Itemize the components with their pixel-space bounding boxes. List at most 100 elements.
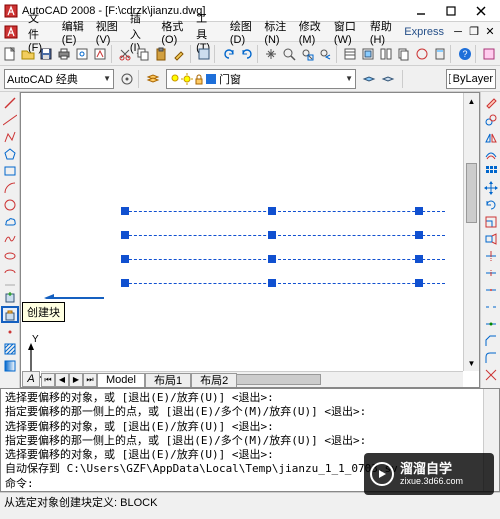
new-icon[interactable]	[2, 45, 19, 63]
zoom-prev-icon[interactable]	[317, 45, 334, 63]
rectangle-icon[interactable]	[1, 162, 19, 179]
menu-help[interactable]: 帮助(H)	[364, 16, 398, 48]
minimize-button[interactable]	[406, 1, 436, 21]
print-icon[interactable]	[56, 45, 73, 63]
fillet-icon[interactable]	[482, 349, 500, 366]
grip[interactable]	[415, 231, 423, 239]
cut-icon[interactable]	[117, 45, 134, 63]
mirror-icon[interactable]	[482, 128, 500, 145]
break-icon[interactable]	[482, 298, 500, 315]
open-icon[interactable]	[20, 45, 37, 63]
workspace-settings-icon[interactable]	[118, 70, 136, 88]
menu-format[interactable]: 格式(O)	[155, 16, 190, 48]
scale-icon[interactable]	[482, 213, 500, 230]
designcenter-icon[interactable]	[360, 45, 377, 63]
scroll-thumb[interactable]	[466, 163, 477, 223]
layer-prev-icon[interactable]	[379, 70, 397, 88]
spline-icon[interactable]	[1, 230, 19, 247]
match-prop-icon[interactable]	[171, 45, 188, 63]
construction-line-icon[interactable]	[1, 111, 19, 128]
paste-icon[interactable]	[153, 45, 170, 63]
menu-dimension[interactable]: 标注(N)	[258, 16, 292, 48]
grip[interactable]	[268, 255, 276, 263]
selected-line[interactable]	[124, 211, 445, 212]
undo-icon[interactable]	[220, 45, 237, 63]
menu-express[interactable]: Express	[398, 24, 450, 40]
express-toolbar-icon[interactable]	[481, 45, 498, 63]
revision-cloud-icon[interactable]	[1, 213, 19, 230]
scroll-down-icon[interactable]: ▼	[464, 355, 479, 371]
polygon-icon[interactable]	[1, 145, 19, 162]
doc-close-button[interactable]: ✕	[482, 24, 498, 40]
selected-line[interactable]	[124, 235, 445, 236]
help-icon[interactable]: ?	[456, 45, 473, 63]
polyline-icon[interactable]	[1, 128, 19, 145]
tab-last-icon[interactable]: ⏭	[83, 373, 97, 387]
move-icon[interactable]	[482, 179, 500, 196]
grip[interactable]	[121, 231, 129, 239]
maximize-button[interactable]	[436, 1, 466, 21]
tab-model[interactable]: Model	[97, 373, 145, 387]
doc-minimize-button[interactable]: ─	[450, 24, 466, 40]
publish-icon[interactable]	[92, 45, 109, 63]
vertical-scrollbar[interactable]: ▲ ▼	[463, 93, 479, 371]
tab-next-icon[interactable]: ▶	[69, 373, 83, 387]
toolpalette-icon[interactable]	[377, 45, 394, 63]
arc-icon[interactable]	[1, 179, 19, 196]
grip[interactable]	[415, 207, 423, 215]
layer-tools-icon[interactable]	[360, 70, 378, 88]
stretch-icon[interactable]	[482, 230, 500, 247]
doc-restore-button[interactable]: ❐	[466, 24, 482, 40]
copy-icon[interactable]	[135, 45, 152, 63]
plot-preview-icon[interactable]	[74, 45, 91, 63]
grip[interactable]	[121, 255, 129, 263]
erase-icon[interactable]	[482, 94, 500, 111]
grip[interactable]	[121, 279, 129, 287]
grip[interactable]	[415, 255, 423, 263]
layer-prop-icon[interactable]	[144, 70, 162, 88]
copy-obj-icon[interactable]	[482, 111, 500, 128]
line-icon[interactable]	[1, 94, 19, 111]
grip[interactable]	[268, 231, 276, 239]
color-combo[interactable]: ByLayer	[446, 69, 496, 89]
sheetset-icon[interactable]	[395, 45, 412, 63]
rotate-icon[interactable]	[482, 196, 500, 213]
break-at-point-icon[interactable]	[482, 281, 500, 298]
menu-window[interactable]: 窗口(W)	[328, 16, 364, 48]
calculator-icon[interactable]	[431, 45, 448, 63]
insert-block-icon[interactable]	[1, 289, 19, 306]
offset-icon[interactable]	[482, 145, 500, 162]
hatch-icon[interactable]	[1, 340, 19, 357]
grip[interactable]	[121, 207, 129, 215]
gradient-icon[interactable]	[1, 357, 19, 374]
tab-layout1[interactable]: 布局1	[145, 373, 191, 387]
menu-edit[interactable]: 编辑(E)	[56, 16, 90, 48]
trim-icon[interactable]	[482, 247, 500, 264]
pan-icon[interactable]	[263, 45, 280, 63]
menu-view[interactable]: 视图(V)	[90, 16, 124, 48]
close-button[interactable]	[466, 1, 496, 21]
extend-icon[interactable]	[482, 264, 500, 281]
explode-icon[interactable]	[482, 366, 500, 383]
workspace-combo[interactable]: AutoCAD 经典 ▼	[4, 69, 114, 89]
menu-draw[interactable]: 绘图(D)	[224, 16, 258, 48]
selected-line[interactable]	[124, 283, 445, 284]
ellipse-icon[interactable]	[1, 247, 19, 264]
tab-first-icon[interactable]: ⏮	[41, 373, 55, 387]
point-icon[interactable]	[1, 323, 19, 340]
block-editor-icon[interactable]	[195, 45, 212, 63]
join-icon[interactable]	[482, 315, 500, 332]
zoom-rt-icon[interactable]	[281, 45, 298, 63]
annotation-scale-icon[interactable]: A	[22, 371, 40, 387]
ellipse-arc-icon[interactable]	[1, 264, 19, 281]
array-icon[interactable]	[482, 162, 500, 179]
markup-icon[interactable]	[413, 45, 430, 63]
properties-icon[interactable]	[342, 45, 359, 63]
redo-icon[interactable]	[238, 45, 255, 63]
circle-icon[interactable]	[1, 196, 19, 213]
tab-layout2[interactable]: 布局2	[191, 373, 237, 387]
layer-combo[interactable]: 门窗 ▼	[166, 69, 356, 89]
chamfer-icon[interactable]	[482, 332, 500, 349]
grip[interactable]	[268, 207, 276, 215]
scroll-up-icon[interactable]: ▲	[464, 93, 479, 109]
